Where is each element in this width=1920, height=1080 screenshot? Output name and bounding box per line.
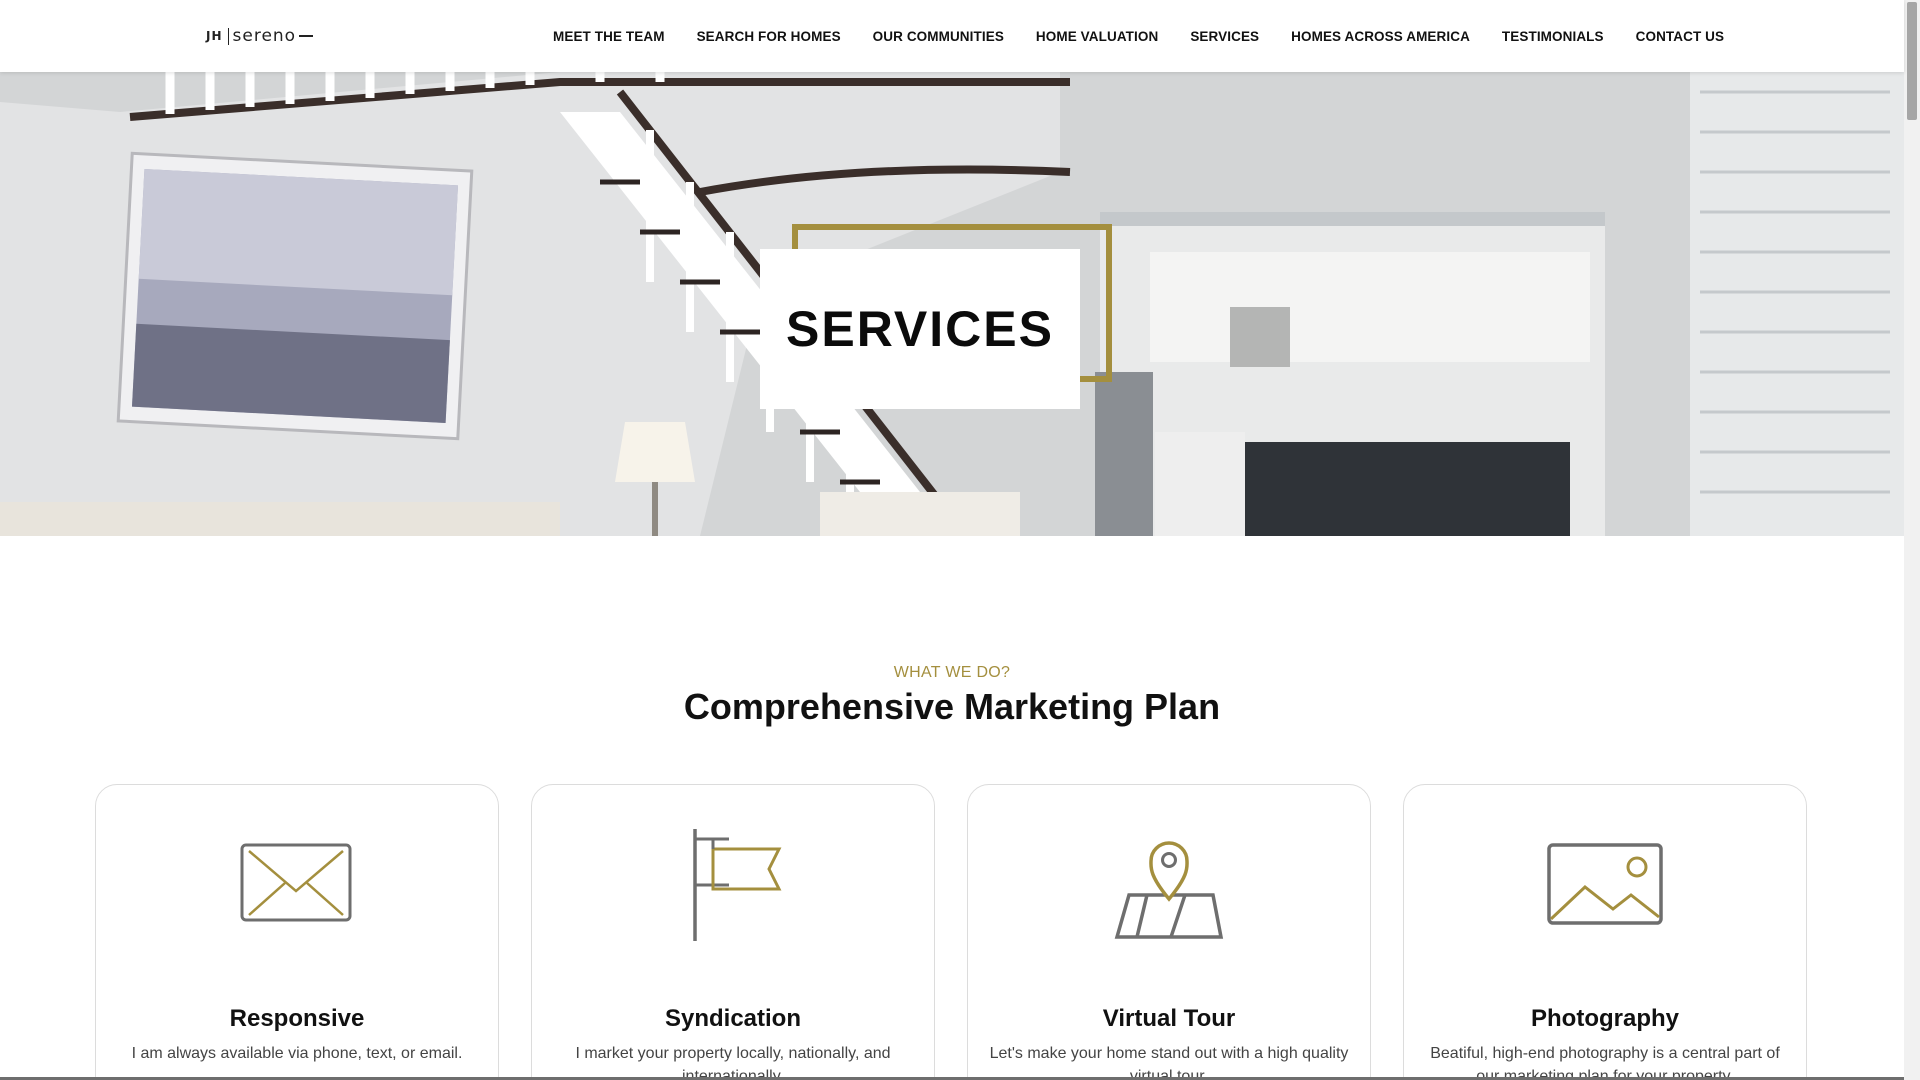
scrollbar-thumb[interactable] [1907,2,1917,120]
service-card-virtual-tour[interactable]: Virtual Tour Let's make your home stand … [967,784,1371,1080]
nav-testimonials[interactable]: TESTIMONIALS [1502,29,1604,44]
card-title: Virtual Tour [1102,1005,1236,1032]
nav-homes-across-america[interactable]: HOMES ACROSS AMERICA [1291,29,1470,44]
nav-contact-us[interactable]: CONTACT US [1636,29,1725,44]
site-header: JH sereno MEET THE TEAM SEARCH FOR HOMES… [0,0,1904,72]
map-pin-icon [1114,841,1224,939]
page-title-box: SERVICES [760,249,1080,409]
image-icon [1547,843,1663,925]
card-text: Let's make your home stand out with a hi… [989,1045,1349,1080]
hero-banner: SERVICES [0,72,1904,536]
flag-icon [693,829,782,941]
nav-services[interactable]: SERVICES [1190,29,1259,44]
logo-dash [299,35,314,37]
section-title: Comprehensive Marketing Plan [683,686,1221,727]
nav-home-valuation[interactable]: HOME VALUATION [1036,29,1158,44]
page-title: SERVICES [786,301,1054,357]
card-text: I am always available via phone, text, o… [131,1045,463,1062]
service-card-responsive[interactable]: Responsive I am always available via pho… [95,784,499,1080]
nav-search-for-homes[interactable]: SEARCH FOR HOMES [697,29,841,44]
card-text: I market your property locally, national… [575,1045,891,1080]
envelope-icon [240,843,352,922]
service-card-photography[interactable]: Photography Beatiful, high-end photograp… [1403,784,1807,1080]
main-nav: MEET THE TEAM SEARCH FOR HOMES OUR COMMU… [553,0,1756,72]
services-cards: Responsive I am always available via pho… [95,784,1809,1080]
logo[interactable]: JH sereno [206,24,314,48]
section-eyebrow: WHAT WE DO? [893,664,1011,681]
nav-meet-the-team[interactable]: MEET THE TEAM [553,29,665,44]
card-title: Responsive [229,1005,365,1032]
service-card-syndication[interactable]: Syndication I market your property local… [531,784,935,1080]
logo-divider [227,27,229,45]
page-scrollbar[interactable] [1904,0,1920,1080]
logo-mark: JH [206,29,223,43]
nav-our-communities[interactable]: OUR COMMUNITIES [873,29,1004,44]
card-title: Photography [1531,1005,1679,1032]
card-text: Beatiful, high-end photography is a cent… [1430,1045,1780,1080]
card-title: Syndication [664,1005,802,1032]
logo-text: sereno [232,26,297,46]
